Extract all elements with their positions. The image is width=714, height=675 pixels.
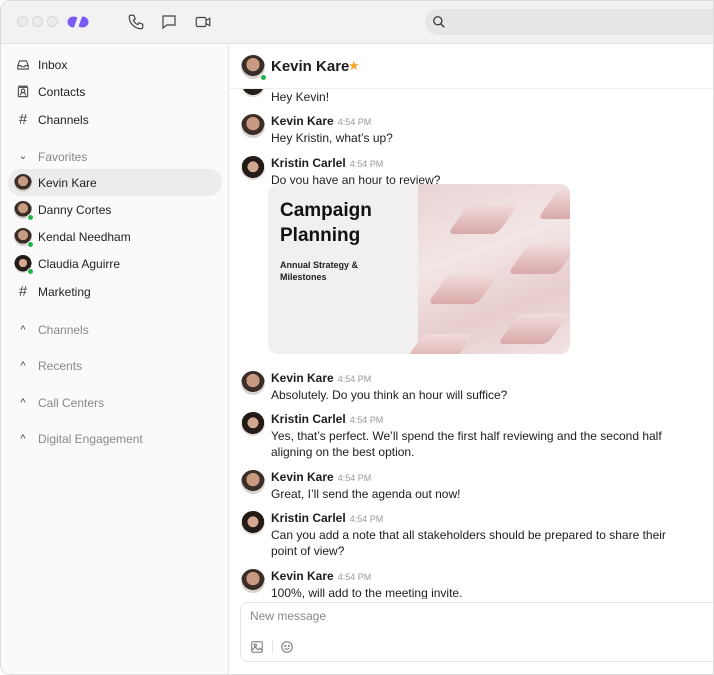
- sender-name: Kevin Kare: [271, 371, 334, 385]
- sender-name: Kristin Carlel: [271, 412, 346, 426]
- avatar[interactable]: [241, 371, 265, 395]
- section-channels[interactable]: ^ Channels: [8, 316, 222, 343]
- divider: [272, 640, 273, 654]
- timestamp: 4:54 PM: [349, 159, 384, 169]
- section-digital-engagement[interactable]: ^ Digital Engagement: [8, 426, 222, 453]
- sidebar-item-danny-cortes[interactable]: Danny Cortes: [8, 196, 222, 223]
- avatar: [14, 173, 32, 192]
- message-text: Can you add a note that all stakeholders…: [271, 528, 666, 558]
- sidebar-item-marketing[interactable]: # Marketing: [8, 278, 222, 305]
- star-icon[interactable]: ★: [348, 58, 360, 74]
- zoom-window-button[interactable]: [47, 16, 58, 27]
- minimize-window-button[interactable]: [32, 16, 43, 27]
- sender-name: Kevin Kare: [271, 569, 334, 583]
- sidebar-item-kendal-needham[interactable]: Kendal Needham: [8, 224, 222, 251]
- inbox-icon: [8, 58, 38, 72]
- chevron-down-icon: ⌄: [18, 151, 28, 162]
- message-composer: [240, 602, 713, 662]
- titlebar: [1, 1, 713, 44]
- message-text: Great, I’ll send the agenda out now!: [271, 487, 461, 501]
- chevron-up-icon: ^: [20, 396, 26, 409]
- chat-icon[interactable]: [160, 13, 178, 31]
- contacts-icon: [8, 85, 38, 99]
- search-input[interactable]: [425, 9, 713, 35]
- timestamp: 4:54 PM: [337, 572, 372, 582]
- contact-name: Kevin Kare: [271, 58, 350, 75]
- section-label: Call Centers: [38, 395, 105, 410]
- avatar[interactable]: [241, 412, 265, 436]
- message-text: Yes, that’s perfect. We’ll spend the fir…: [271, 429, 662, 459]
- avatar[interactable]: [241, 511, 265, 535]
- avatar[interactable]: [241, 569, 265, 593]
- sidebar-item-label: Channels: [38, 112, 89, 127]
- contact-avatar[interactable]: [241, 55, 267, 81]
- avatar: [14, 255, 34, 276]
- online-status-icon: [260, 74, 267, 81]
- attachment-subtitle: Annual Strategy & Milestones: [280, 260, 359, 282]
- attachment-image: [402, 184, 570, 354]
- avatar: [14, 200, 34, 221]
- sidebar-item-label: Contacts: [38, 85, 86, 99]
- timestamp: 4:54 PM: [337, 117, 372, 127]
- attachment-title: Campaign Planning: [280, 200, 372, 246]
- chat-header: Kevin Kare ★: [229, 44, 713, 89]
- message-text: Hey Kristin, what’s up?: [271, 131, 393, 145]
- message-text: Absolutely. Do you think an hour will su…: [271, 388, 508, 402]
- section-call-centers[interactable]: ^ Call Centers: [8, 389, 222, 416]
- sidebar-item-label: Claudia Aguirre: [38, 257, 121, 272]
- section-recents[interactable]: ^ Recents: [8, 353, 222, 380]
- sender-name: Kevin Kare: [271, 470, 334, 484]
- message-text: 100%, will add to the meeting invite.: [271, 586, 463, 599]
- hash-icon: #: [18, 111, 28, 128]
- timestamp: 4:54 PM: [349, 514, 384, 524]
- phone-icon[interactable]: [127, 13, 145, 31]
- chevron-up-icon: ^: [20, 360, 26, 372]
- sidebar-item-label: Danny Cortes: [38, 202, 112, 217]
- section-label: Recents: [38, 359, 83, 373]
- online-status-icon: [27, 268, 34, 276]
- online-status-icon: [27, 241, 34, 249]
- avatar[interactable]: [241, 114, 265, 138]
- sidebar-item-channels[interactable]: # Channels: [8, 106, 222, 133]
- hash-icon: #: [18, 283, 28, 301]
- avatar: [241, 89, 265, 97]
- timestamp: 4:54 PM: [349, 415, 384, 425]
- avatar[interactable]: [241, 156, 265, 180]
- close-window-button[interactable]: [17, 16, 28, 27]
- sidebar-item-contacts[interactable]: Contacts: [8, 79, 222, 106]
- avatar: [14, 228, 34, 249]
- emoji-icon[interactable]: [280, 640, 294, 654]
- chevron-up-icon: ^: [20, 433, 26, 445]
- sender-name: Kristin Carlel: [271, 156, 346, 170]
- sidebar-item-inbox[interactable]: Inbox: [8, 51, 222, 78]
- video-icon[interactable]: [194, 13, 212, 31]
- section-favorites[interactable]: ⌄ Favorites: [8, 143, 222, 170]
- online-status-icon: [27, 213, 34, 221]
- section-label: Digital Engagement: [38, 432, 143, 446]
- new-message-input[interactable]: [250, 609, 650, 623]
- image-icon[interactable]: [250, 640, 264, 654]
- section-label: Favorites: [38, 149, 88, 164]
- sidebar-item-kevin-kare[interactable]: Kevin Kare: [8, 169, 222, 196]
- app-window: Inbox Contacts # Channels ⌄ Favorites Kevin Ka…: [0, 0, 714, 675]
- search-icon: [433, 16, 445, 28]
- message-text: Hey Kevin!: [271, 90, 330, 104]
- sender-name: Kristin Carlel: [271, 511, 346, 525]
- sender-name: Kevin Kare: [271, 114, 334, 128]
- avatar[interactable]: [241, 470, 265, 494]
- section-label: Channels: [38, 322, 89, 337]
- sidebar-item-label: Marketing: [38, 284, 91, 299]
- timestamp: 4:54 PM: [337, 473, 372, 483]
- sidebar-item-label: Inbox: [38, 57, 68, 72]
- sidebar-item-label: Kendal Needham: [38, 230, 131, 245]
- app-logo-icon: [67, 15, 89, 29]
- timestamp: 4:54 PM: [337, 374, 372, 384]
- sidebar-item-claudia-aguirre[interactable]: Claudia Aguirre: [8, 251, 222, 278]
- chevron-up-icon: ^: [20, 323, 26, 336]
- attachment-card[interactable]: Campaign Planning Annual Strategy & Mile…: [268, 184, 570, 354]
- sidebar: Inbox Contacts # Channels ⌄ Favorites Kevin Ka…: [1, 44, 229, 674]
- sidebar-item-label: Kevin Kare: [38, 175, 97, 190]
